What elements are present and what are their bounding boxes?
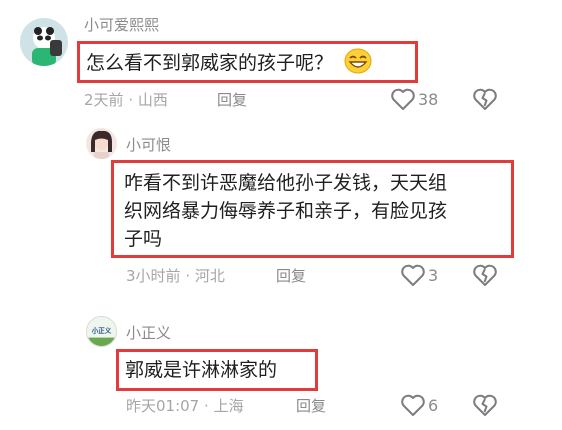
dislike-button[interactable] bbox=[472, 263, 498, 287]
like-count: 38 bbox=[418, 89, 439, 109]
avatar[interactable] bbox=[86, 128, 117, 159]
reply-button[interactable]: 回复 bbox=[276, 265, 306, 286]
broken-heart-outline-icon bbox=[472, 393, 498, 417]
comment-text-line: 织网络暴力侮辱养子和亲子，有脸见孩 bbox=[124, 200, 448, 222]
heart-outline-icon bbox=[400, 263, 426, 287]
like-count: 3 bbox=[428, 265, 439, 285]
location: 山西 bbox=[137, 91, 168, 109]
comment-text-line: 子吗 bbox=[124, 228, 163, 250]
comment-text-box: 郭威是许淋淋家的 bbox=[116, 349, 318, 391]
timestamp: 2天前 bbox=[84, 91, 124, 109]
comment-meta: 昨天01:07 · 上海 bbox=[126, 395, 244, 416]
heart-outline-icon bbox=[400, 393, 426, 417]
comment-text: 怎么看不到郭威家的孩子呢？ bbox=[86, 52, 334, 74]
comment-meta: 3小时前 · 河北 bbox=[126, 265, 225, 286]
heart-outline-icon bbox=[390, 87, 416, 111]
broken-heart-outline-icon bbox=[472, 263, 498, 287]
location: 河北 bbox=[194, 267, 225, 285]
like-button[interactable]: 6 bbox=[400, 393, 438, 417]
comment-text-line: 咋看不到许恶魔给他孙子发钱，天天组 bbox=[124, 172, 448, 194]
username[interactable]: 小可恨 bbox=[126, 134, 171, 155]
dislike-button[interactable] bbox=[472, 87, 498, 111]
location: 上海 bbox=[213, 397, 244, 415]
grinning-face-emoji-icon bbox=[344, 48, 372, 78]
avatar-text: 小正义 bbox=[91, 326, 112, 335]
dislike-button[interactable] bbox=[472, 393, 498, 417]
username[interactable]: 小正义 bbox=[126, 322, 171, 343]
comment-text: 郭威是许淋淋家的 bbox=[125, 359, 278, 381]
separator: · bbox=[128, 91, 134, 109]
comment-text-box: 怎么看不到郭威家的孩子呢？ bbox=[77, 41, 418, 83]
like-count: 6 bbox=[428, 395, 439, 415]
timestamp: 3小时前 bbox=[126, 267, 181, 285]
like-button[interactable]: 3 bbox=[400, 263, 438, 287]
comment-text-box: 咋看不到许恶魔给他孙子发钱，天天组 织网络暴力侮辱养子和亲子，有脸见孩 子吗 bbox=[111, 160, 514, 258]
like-button[interactable]: 38 bbox=[390, 87, 438, 111]
reply-button[interactable]: 回复 bbox=[296, 395, 326, 416]
avatar[interactable]: 小正义 bbox=[86, 316, 117, 347]
comment-meta: 2天前 · 山西 bbox=[84, 89, 168, 110]
username[interactable]: 小可爱熙熙 bbox=[84, 14, 159, 35]
timestamp: 昨天01:07 bbox=[126, 397, 200, 415]
avatar[interactable] bbox=[20, 18, 68, 66]
reply-button[interactable]: 回复 bbox=[217, 89, 247, 110]
separator: · bbox=[204, 397, 209, 415]
separator: · bbox=[185, 267, 191, 285]
broken-heart-outline-icon bbox=[472, 87, 498, 111]
